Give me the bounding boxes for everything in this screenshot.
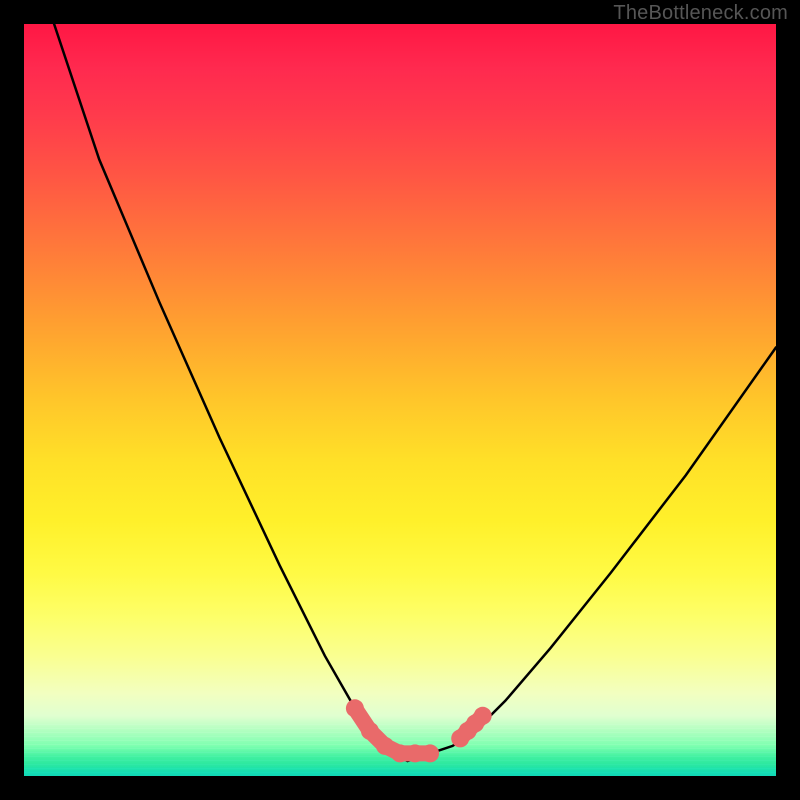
plot-area — [24, 24, 776, 776]
bottom-band-stripes — [24, 721, 776, 776]
watermark-text: TheBottleneck.com — [613, 2, 788, 25]
chart-frame: TheBottleneck.com — [0, 0, 800, 800]
